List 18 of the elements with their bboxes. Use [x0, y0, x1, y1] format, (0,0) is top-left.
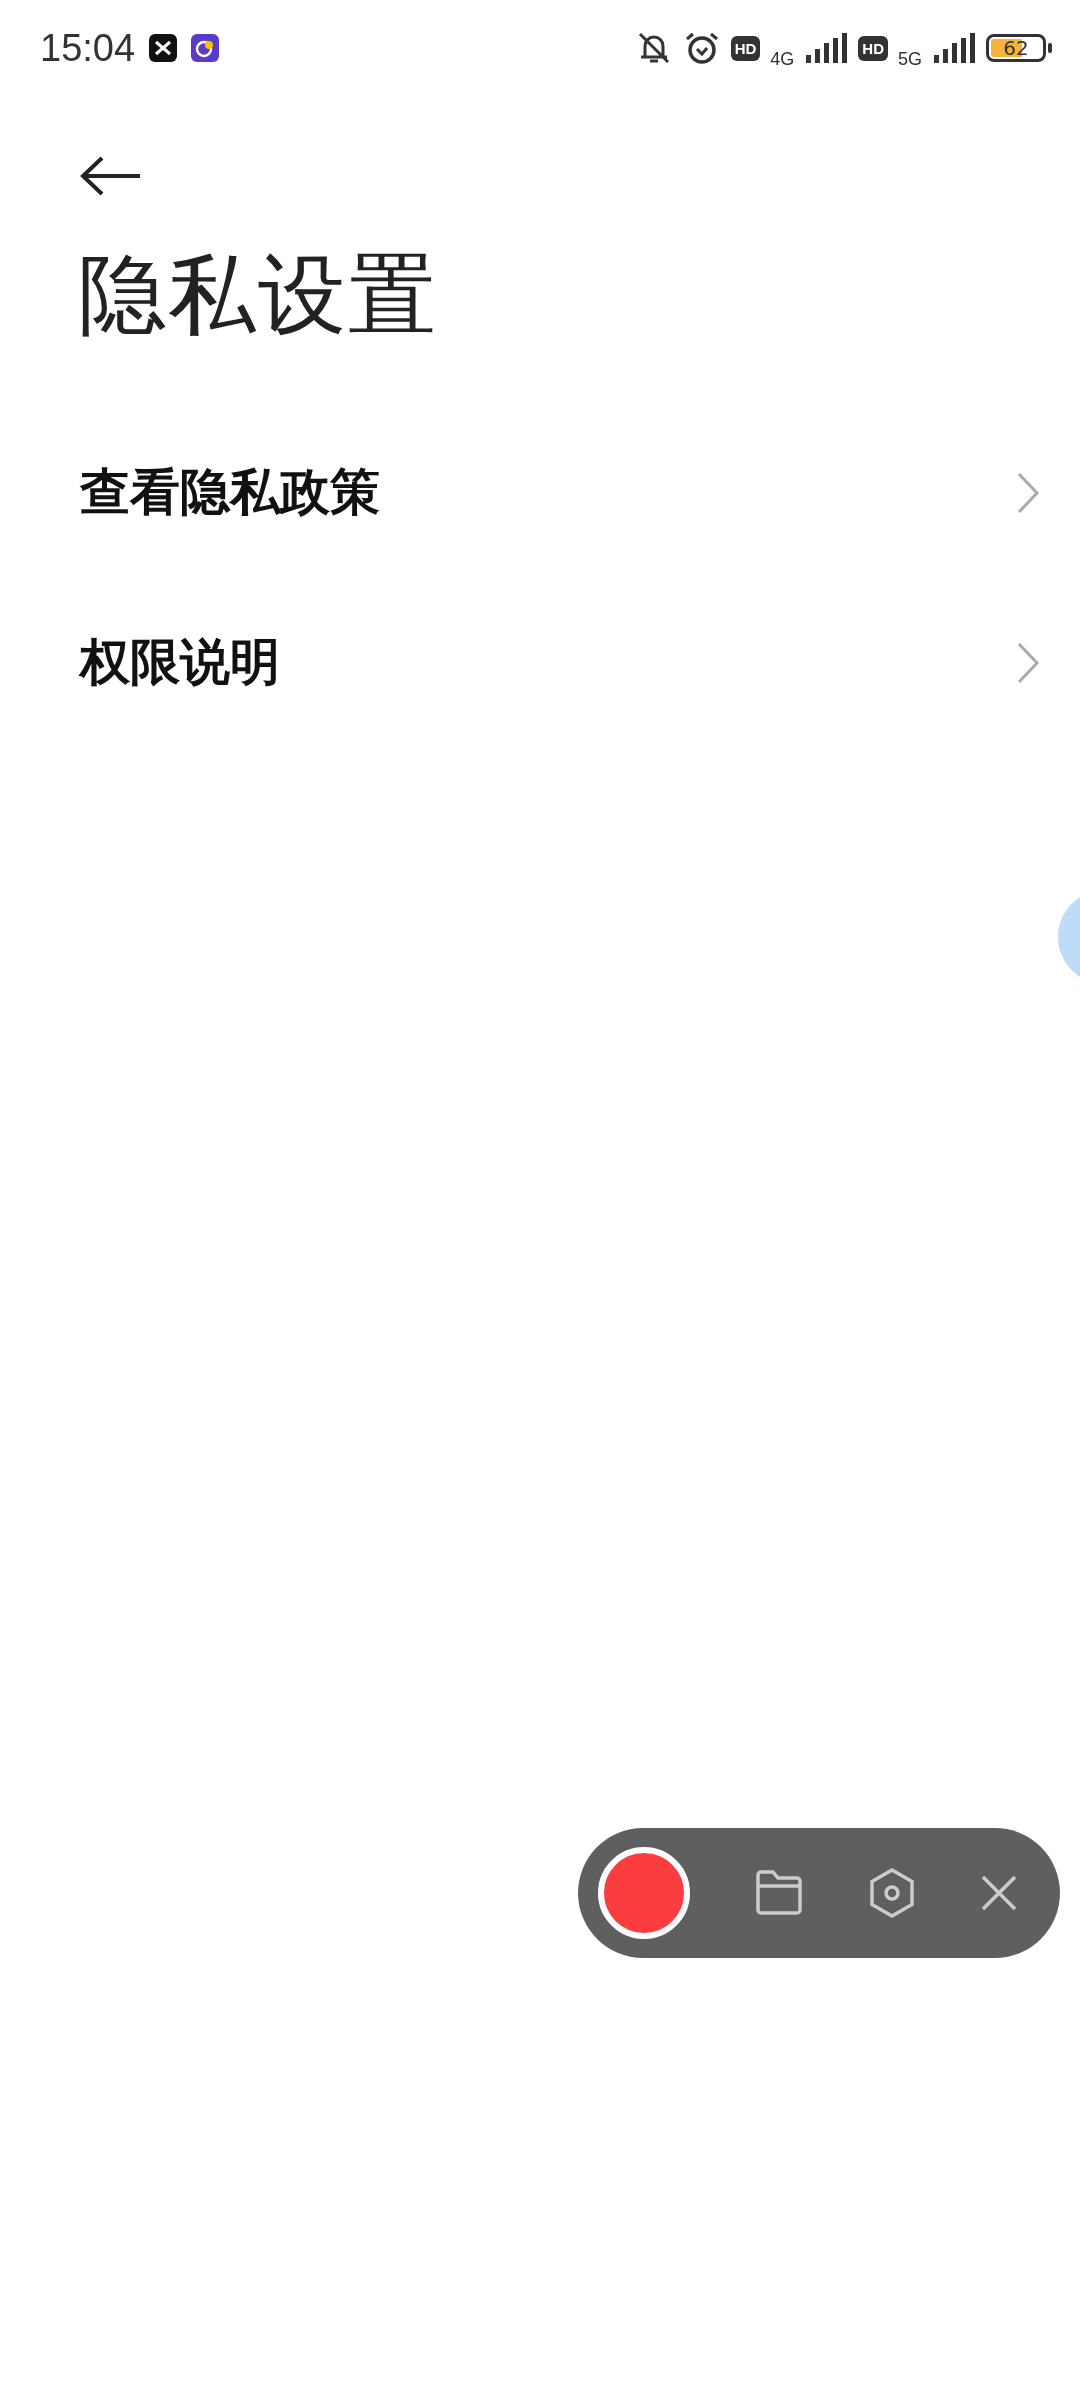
back-arrow-icon[interactable]: [80, 156, 142, 196]
close-icon[interactable]: [980, 1874, 1018, 1912]
chevron-right-icon: [1016, 470, 1040, 515]
network-type: 5G: [898, 48, 922, 70]
chevron-right-icon: [1016, 640, 1040, 685]
signal-bars-icon: [932, 33, 976, 63]
app-notification-icon: [149, 34, 178, 62]
clock-time: 15:04: [40, 26, 136, 70]
weather-notification-icon: [191, 34, 220, 62]
settings-icon[interactable]: [868, 1868, 915, 1918]
settings-item-label[interactable]: 查看隐私政策: [80, 459, 380, 527]
network-type: 4G: [770, 48, 795, 70]
settings-item-label[interactable]: 权限说明: [80, 629, 280, 697]
hd-voice-badge: HD: [730, 35, 761, 61]
signal-bars-icon: [804, 33, 849, 63]
folder-icon[interactable]: [755, 1870, 804, 1916]
page-title: 隐私设置: [78, 242, 439, 348]
hd-voice-badge: HD: [858, 35, 888, 61]
